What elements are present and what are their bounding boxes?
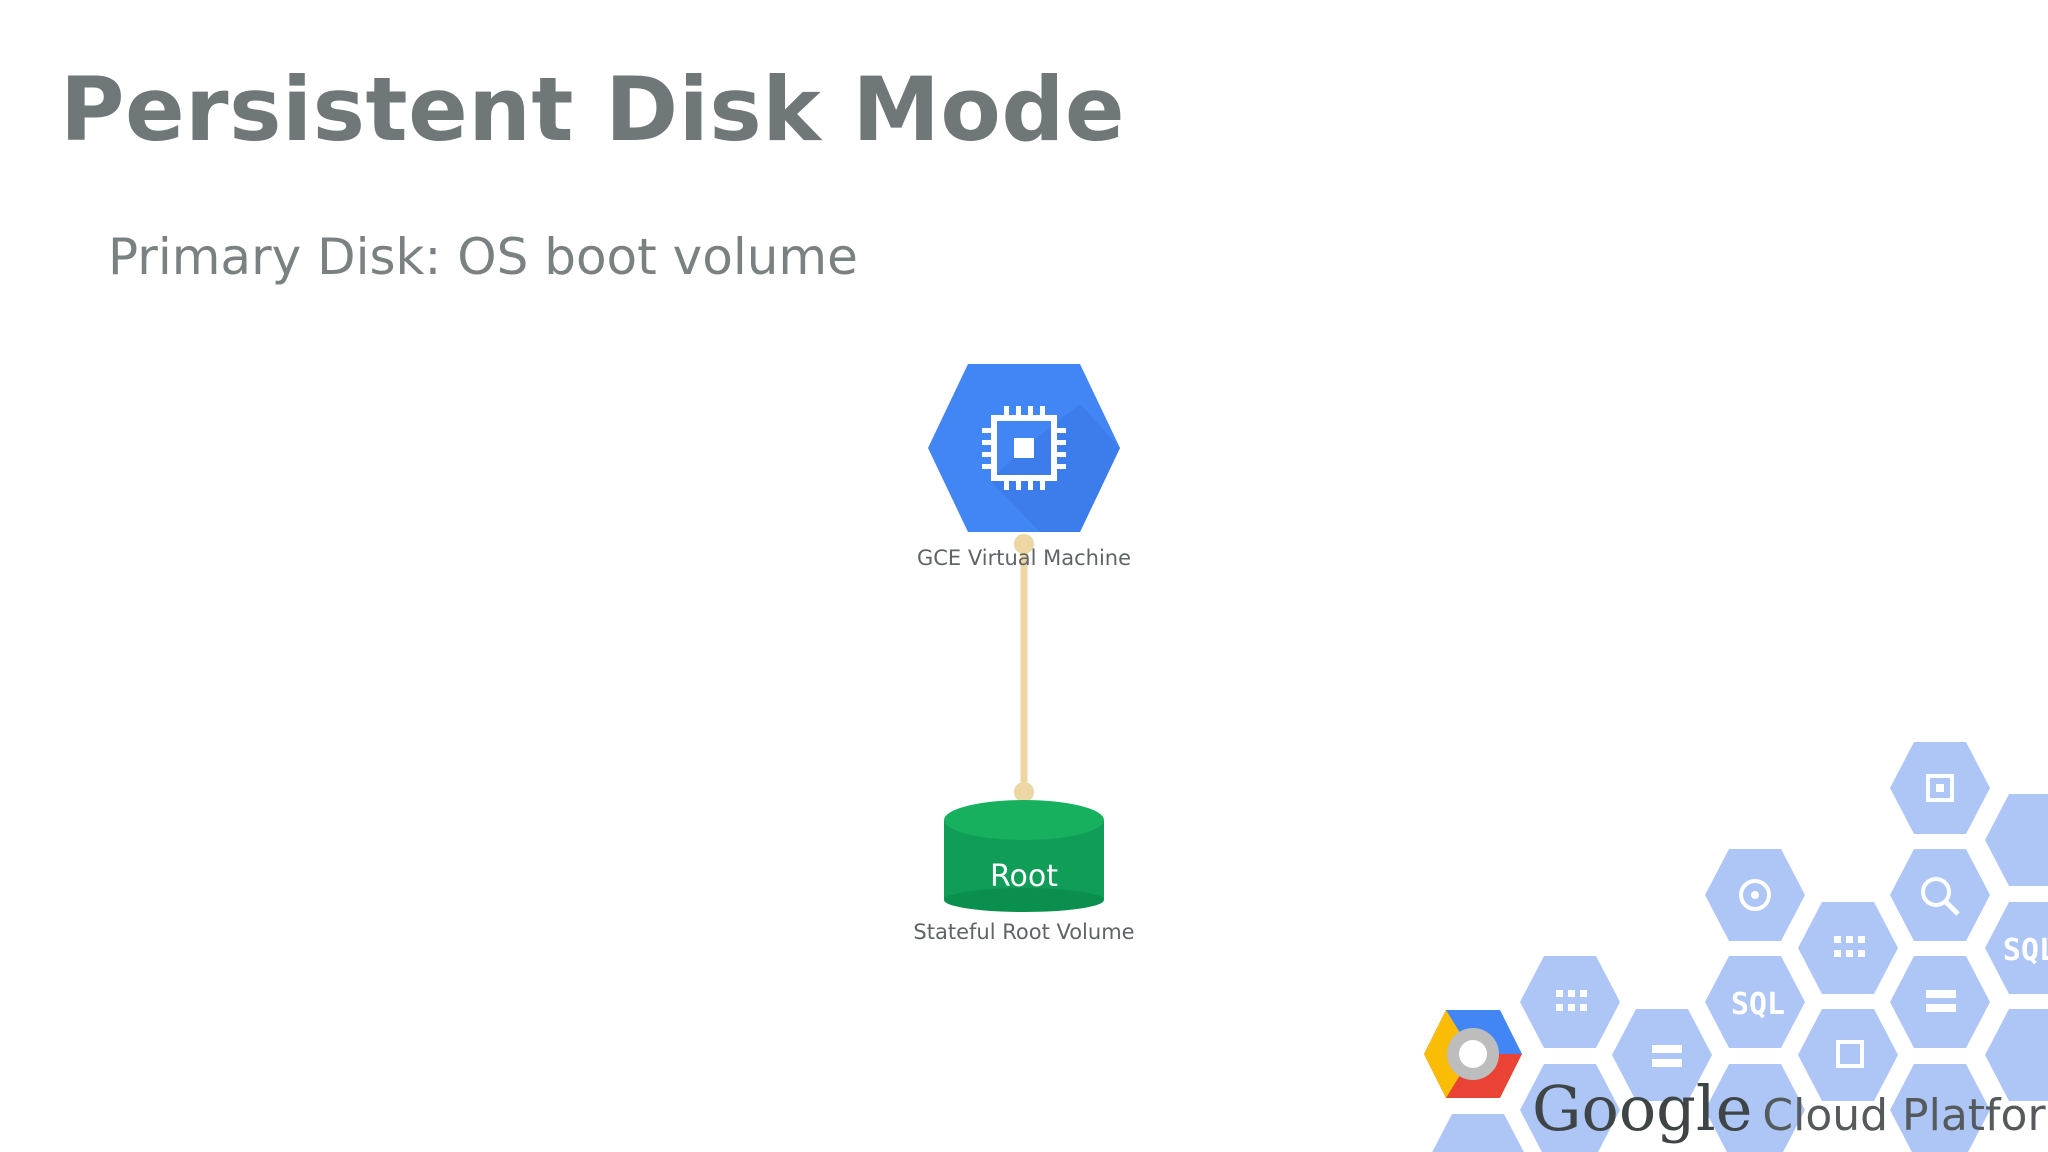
root-disk-caption: Stateful Root Volume xyxy=(913,920,1134,944)
decor-sql-label: SQL xyxy=(1731,987,1785,1022)
vm-to-root-connector xyxy=(1014,534,1034,802)
compute-engine-hexagon-icon xyxy=(928,364,1120,532)
disk-cylinder-icon xyxy=(944,800,1104,912)
chip-icon xyxy=(982,406,1066,490)
root-disk-label: Root xyxy=(990,859,1058,894)
google-wordmark: Google xyxy=(1532,1072,1753,1145)
diagram: GCE Virtual Machine Root Stateful Root V… xyxy=(913,364,2048,1152)
google-cloud-platform-logo-icon xyxy=(1424,1010,1522,1098)
decor-sql-label-right: SQL xyxy=(2003,933,2048,968)
google-cloud-platform-logo: GoogleCloud Platform xyxy=(1532,1072,2048,1145)
cloud-platform-wordmark: Cloud Platform xyxy=(1762,1090,2048,1141)
vm-caption: GCE Virtual Machine xyxy=(917,546,1131,570)
